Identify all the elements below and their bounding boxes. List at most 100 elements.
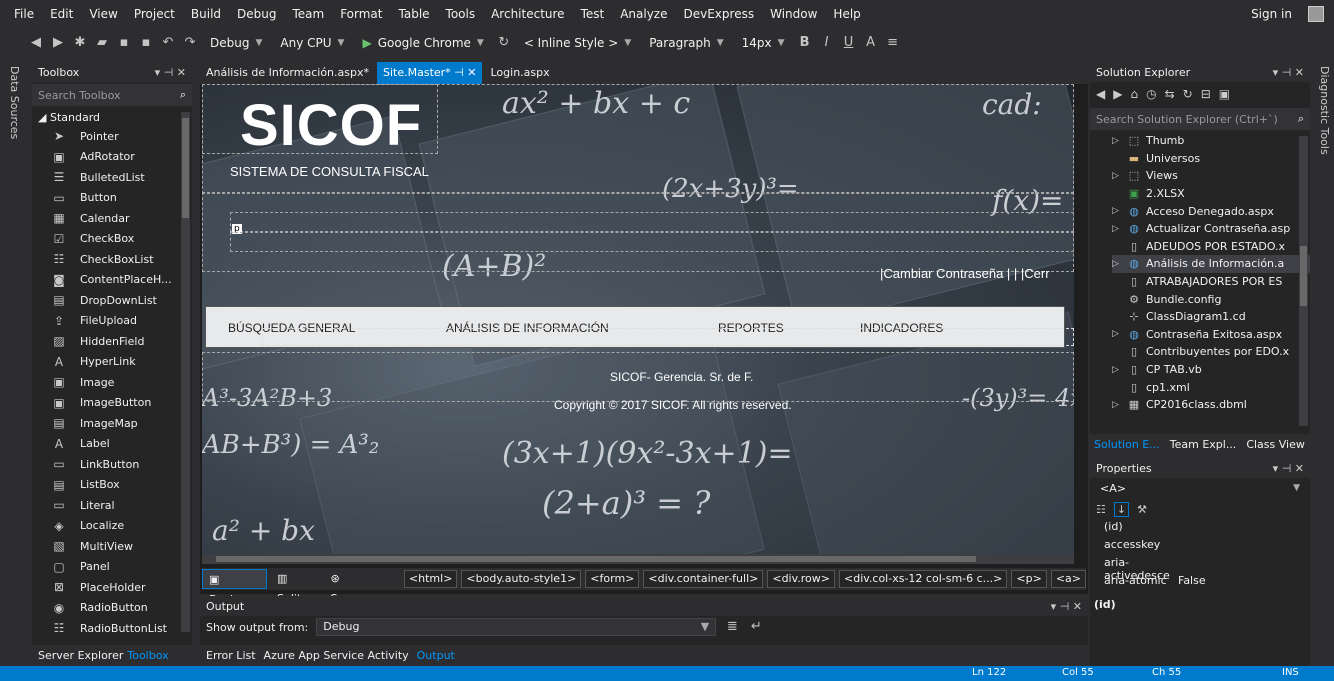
toolbox-item-checkboxlist[interactable]: ☷ CheckBoxList xyxy=(32,249,192,270)
align-icon[interactable]: ≡ xyxy=(885,35,901,51)
property-value[interactable]: False xyxy=(1178,574,1206,592)
expand-icon[interactable]: ▷ xyxy=(1112,259,1122,269)
toolbox-item-hyperlink[interactable]: A HyperLink xyxy=(32,352,192,373)
forward-icon[interactable]: ▶ xyxy=(1113,87,1122,101)
block-format-select[interactable]: Paragraph ▼ xyxy=(643,33,729,53)
toolbox-item-localize[interactable]: ◈ Localize xyxy=(32,516,192,537)
open-icon[interactable]: ▰ xyxy=(94,35,110,51)
solution-item[interactable]: ▬ Universos xyxy=(1112,150,1310,168)
toolbox-item-multiview[interactable]: ▧ MultiView xyxy=(32,536,192,557)
split-view-button[interactable]: ▥ Split xyxy=(271,569,321,605)
menu-devexpress[interactable]: DevExpress xyxy=(676,0,763,28)
properties-object-select[interactable]: <A> ▼ xyxy=(1090,478,1310,498)
toolbox-item-panel[interactable]: ▢ Panel xyxy=(32,557,192,578)
solution-item[interactable]: ▷ ▯ CP TAB.vb xyxy=(1112,361,1310,379)
menu-analyze[interactable]: Analyze xyxy=(612,0,675,28)
back-icon[interactable]: ◀ xyxy=(28,35,44,51)
menu-project[interactable]: Project xyxy=(126,0,183,28)
bold-icon[interactable]: B xyxy=(797,35,813,51)
toolbox-search-input[interactable]: Search Toolbox ⌕ xyxy=(32,84,192,106)
refresh-icon[interactable]: ↻ xyxy=(496,35,512,51)
menu-debug[interactable]: Debug xyxy=(229,0,284,28)
change-password-link[interactable]: |Cambiar Contraseña | | |Cerr xyxy=(880,266,1050,281)
solution-item[interactable]: ▣ 2.XLSX xyxy=(1112,185,1310,203)
font-size-select[interactable]: 14px ▼ xyxy=(736,33,791,53)
tab-output[interactable]: Output xyxy=(417,649,455,662)
tab-error-list[interactable]: Error List xyxy=(206,649,256,662)
crumb-form[interactable]: <form> xyxy=(585,570,640,588)
toolbox-item-radiobutton[interactable]: ◉ RadioButton xyxy=(32,598,192,619)
expand-icon[interactable]: ▷ xyxy=(1112,365,1122,375)
tab-team-explorer[interactable]: Team Expl... xyxy=(1170,438,1237,451)
menu-format[interactable]: Format xyxy=(332,0,390,28)
solution-item[interactable]: ▯ ADEUDOS POR ESTADO.x xyxy=(1112,238,1310,256)
menu-help[interactable]: Help xyxy=(825,0,868,28)
undo-icon[interactable]: ↶ xyxy=(160,35,176,51)
property-row[interactable]: accesskey xyxy=(1090,538,1310,556)
solution-item[interactable]: ▯ ATRABAJADORES POR ES xyxy=(1112,273,1310,291)
toolbox-item-contentplaceh[interactable]: ◙ ContentPlaceH... xyxy=(32,270,192,291)
toolbox-item-button[interactable]: ▭ Button xyxy=(32,188,192,209)
expand-icon[interactable]: ▷ xyxy=(1112,329,1122,339)
run-button[interactable]: ▶ Google Chrome ▼ xyxy=(356,33,489,53)
source-view-button[interactable]: ⊛ Source xyxy=(325,569,387,605)
pin-icon[interactable]: ⊣ xyxy=(454,66,464,79)
crumb-a[interactable]: <a> xyxy=(1050,570,1086,588)
style-select[interactable]: < Inline Style > ▼ xyxy=(518,33,637,53)
wrench-icon[interactable]: ⚒ xyxy=(1137,503,1147,516)
expand-icon[interactable]: ▷ xyxy=(1112,171,1122,181)
toolbox-item-label[interactable]: A Label xyxy=(32,434,192,455)
tab-solution-explorer[interactable]: Solution E... xyxy=(1094,438,1160,451)
toolbox-item-bulletedlist[interactable]: ☰ BulletedList xyxy=(32,167,192,188)
forward-icon[interactable]: ▶ xyxy=(50,35,66,51)
property-row[interactable]: aria-activedesce xyxy=(1090,556,1310,582)
crumb-p[interactable]: <p> xyxy=(1011,570,1047,588)
refresh-icon[interactable]: ↻ xyxy=(1183,87,1193,101)
tab-analisis[interactable]: Análisis de Información.aspx* xyxy=(200,62,375,84)
panel-controls-icon[interactable]: ▾ ⊣ ✕ xyxy=(1051,600,1082,613)
toolbox-item-radiobuttonlist[interactable]: ☷ RadioButtonList xyxy=(32,618,192,639)
menu-architecture[interactable]: Architecture xyxy=(483,0,572,28)
menu-view[interactable]: View xyxy=(81,0,125,28)
crumb-html[interactable]: <html> xyxy=(403,570,458,588)
underline-icon[interactable]: U xyxy=(841,35,857,51)
menu-tools[interactable]: Tools xyxy=(438,0,484,28)
save-all-icon[interactable]: ▪ xyxy=(138,35,154,51)
solution-item[interactable]: ▷ ◍ Contraseña Exitosa.aspx xyxy=(1112,326,1310,344)
font-color-icon[interactable]: A xyxy=(863,35,879,51)
data-sources-tab[interactable]: Data Sources xyxy=(8,66,21,139)
expand-icon[interactable]: ▷ xyxy=(1112,400,1122,410)
menu-file[interactable]: File xyxy=(6,0,42,28)
menu-table[interactable]: Table xyxy=(391,0,438,28)
categorized-icon[interactable]: ☷ xyxy=(1096,503,1106,516)
toolbox-item-hiddenfield[interactable]: ▨ HiddenField xyxy=(32,331,192,352)
toolbox-item-literal[interactable]: ▭ Literal xyxy=(32,495,192,516)
crumb-body[interactable]: <body.auto-style1> xyxy=(461,570,582,588)
menu-test[interactable]: Test xyxy=(573,0,613,28)
menu-build[interactable]: Build xyxy=(183,0,229,28)
solution-item[interactable]: ▷ ▦ CP2016class.dbml xyxy=(1112,396,1310,414)
menu-edit[interactable]: Edit xyxy=(42,0,81,28)
solution-item[interactable]: ▯ Contribuyentes por EDO.x xyxy=(1112,343,1310,361)
toolbox-scroll-thumb[interactable] xyxy=(182,118,189,218)
show-all-files-icon[interactable]: ▣ xyxy=(1219,87,1230,101)
clear-all-icon[interactable]: ≣ xyxy=(724,619,740,635)
save-icon[interactable]: ▪ xyxy=(116,35,132,51)
platform-select[interactable]: Any CPU ▼ xyxy=(274,33,350,53)
toolbox-item-dropdownlist[interactable]: ▤ DropDownList xyxy=(32,290,192,311)
close-icon[interactable]: ✕ xyxy=(467,66,476,79)
solution-item[interactable]: ⊹ ClassDiagram1.cd xyxy=(1112,308,1310,326)
solution-item[interactable]: ▷ ◍ Análisis de Información.a xyxy=(1112,255,1310,273)
config-select[interactable]: Debug ▼ xyxy=(204,33,268,53)
tab-server-explorer[interactable]: Server Explorer xyxy=(38,649,123,662)
toolbox-item-checkbox[interactable]: ☑ CheckBox xyxy=(32,229,192,250)
collapse-all-icon[interactable]: ⊟ xyxy=(1201,87,1211,101)
toolbox-item-fileupload[interactable]: ⇪ FileUpload xyxy=(32,311,192,332)
solution-item[interactable]: ▷ ⬚ Thumb xyxy=(1112,132,1310,150)
italic-icon[interactable]: I xyxy=(819,35,835,51)
menu-window[interactable]: Window xyxy=(762,0,825,28)
tab-azure-activity[interactable]: Azure App Service Activity xyxy=(264,649,409,662)
toolbox-item-imagemap[interactable]: ▤ ImageMap xyxy=(32,413,192,434)
alphabetical-icon[interactable]: ↓ xyxy=(1113,501,1130,517)
expand-icon[interactable]: ▷ xyxy=(1112,224,1122,234)
